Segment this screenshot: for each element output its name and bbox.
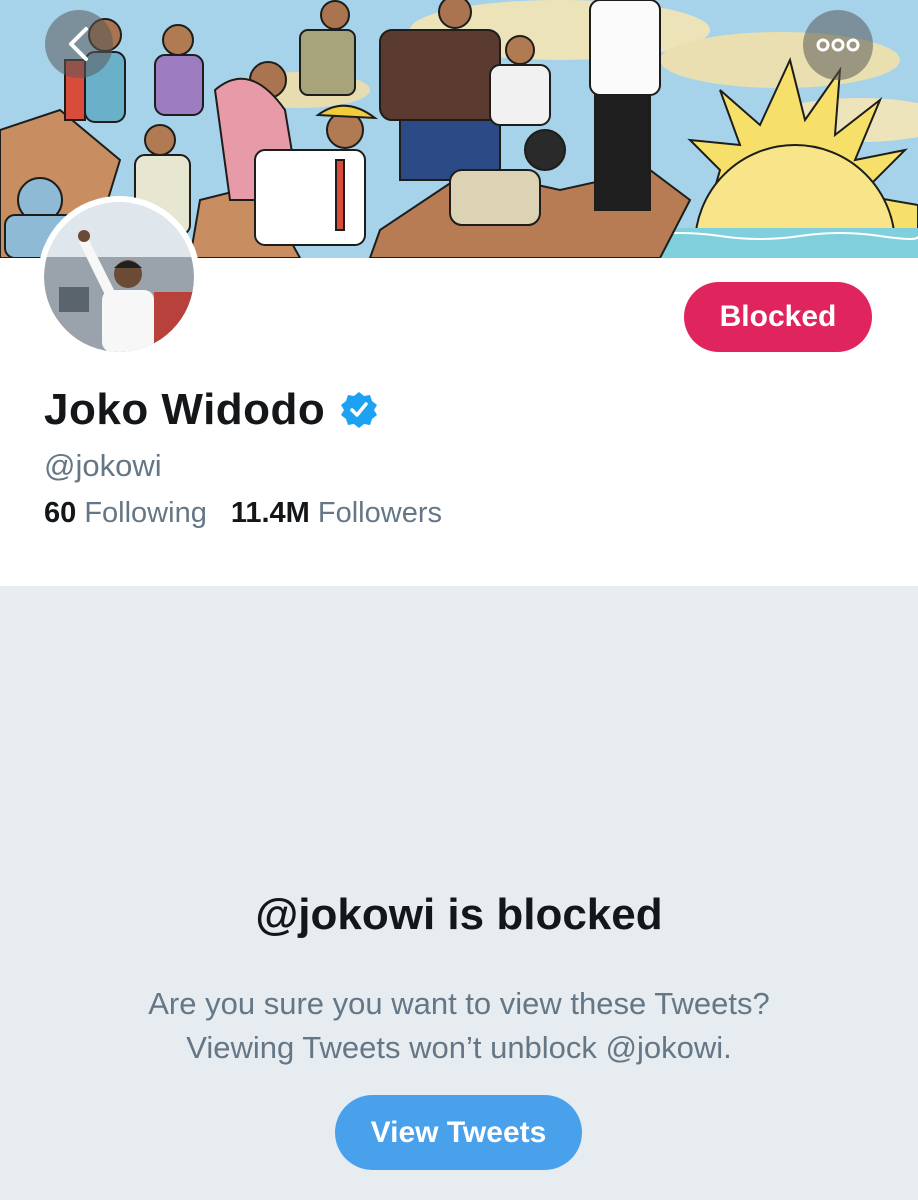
view-tweets-button[interactable]: View Tweets	[335, 1095, 582, 1170]
blocked-notice-message: Are you sure you want to view these Twee…	[0, 982, 918, 1070]
blocked-button[interactable]: Blocked	[684, 282, 872, 352]
avatar-photo	[44, 202, 194, 352]
more-options-button[interactable]	[803, 10, 873, 80]
following-count: 60	[44, 497, 85, 529]
followers-count: 11.4M	[230, 497, 318, 529]
following-label: Following	[84, 497, 207, 529]
following-stat[interactable]: 60 Following	[44, 497, 207, 530]
profile-handle: @jokowi	[44, 448, 162, 483]
back-button[interactable]	[45, 10, 113, 78]
profile-stats: 60 Following 11.4M Followers	[44, 497, 442, 530]
avatar[interactable]	[38, 196, 200, 358]
followers-label: Followers	[317, 497, 442, 529]
verified-badge-icon	[339, 390, 379, 430]
blocked-notice-line-1: Are you sure you want to view these Twee…	[148, 986, 770, 1021]
followers-stat[interactable]: 11.4M Followers	[231, 497, 442, 530]
chevron-left-icon	[69, 27, 88, 61]
name-row: Joko Widodo	[44, 382, 379, 438]
more-horizontal-icon	[816, 38, 860, 52]
blocked-notice-line-2: Viewing Tweets won’t unblock @jokowi.	[186, 1030, 732, 1065]
display-name: Joko Widodo	[44, 385, 326, 434]
blocked-notice-title: @jokowi is blocked	[255, 890, 663, 939]
